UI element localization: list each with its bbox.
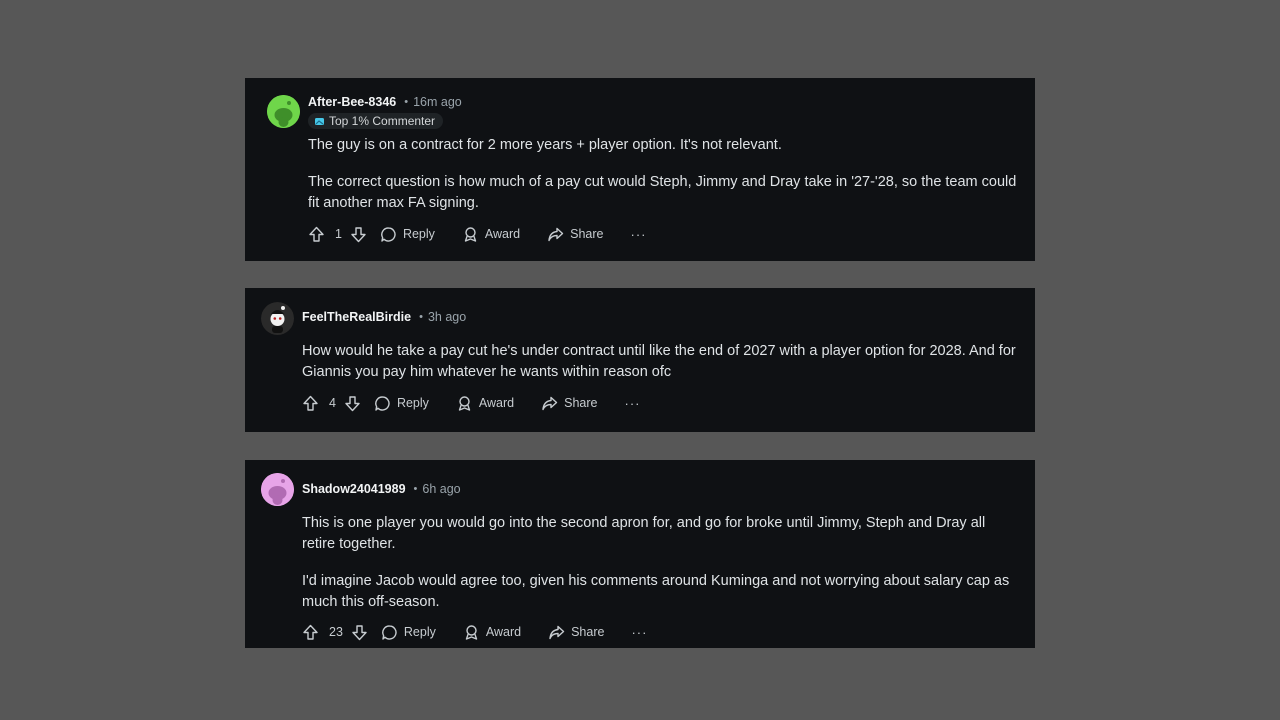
share-button[interactable]: Share — [548, 624, 604, 641]
snoo-avatar-icon — [261, 302, 294, 335]
award-ribbon-icon — [465, 624, 478, 640]
top-commenter-icon — [315, 117, 324, 125]
share-arrow-icon — [542, 396, 558, 410]
comment-paragraph: The correct question is how much of a pa… — [308, 174, 1017, 211]
comment-card: Shadow24041989 • 6h ago This is one play… — [245, 460, 1035, 648]
comment-body: This is one player you would go into the… — [302, 513, 1022, 613]
share-arrow-icon — [548, 227, 564, 241]
comment-card: FeelTheRealBirdie • 3h ago How would he … — [245, 288, 1035, 432]
downvote-button[interactable] — [351, 624, 368, 641]
upvote-arrow-icon — [303, 624, 318, 640]
user-flair-badge: Top 1% Commenter — [308, 113, 444, 129]
reply-label: Reply — [402, 227, 435, 241]
downvote-button[interactable] — [344, 395, 361, 412]
snoo-avatar-icon — [267, 95, 300, 128]
award-button[interactable]: Award — [456, 395, 514, 412]
username-link[interactable]: FeelTheRealBirdie — [302, 310, 411, 324]
snoo-avatar-icon — [261, 473, 294, 506]
comment-paragraph: How would he take a pay cut he's under c… — [302, 343, 1016, 380]
share-label: Share — [564, 396, 598, 410]
comment-actions: 1 Reply Award Share ··· — [308, 224, 647, 244]
share-arrow-icon — [549, 625, 565, 639]
user-avatar[interactable] — [261, 302, 294, 335]
comment-bubble-icon — [382, 624, 397, 640]
upvote-arrow-icon — [309, 226, 324, 242]
reply-label: Reply — [396, 396, 429, 410]
comment-actions: 23 Reply Award Share ··· — [302, 622, 647, 642]
comment-header: Shadow24041989 • 6h ago — [302, 482, 461, 496]
flair-label: Top 1% Commenter — [329, 114, 436, 128]
downvote-button[interactable] — [350, 226, 367, 243]
timestamp[interactable]: 6h ago — [422, 482, 460, 496]
vote-count: 23 — [329, 625, 343, 639]
downvote-arrow-icon — [351, 226, 366, 242]
share-label: Share — [571, 625, 605, 639]
comment-paragraph: The guy is on a contract for 2 more year… — [308, 137, 782, 153]
timestamp[interactable]: 3h ago — [428, 310, 466, 324]
upvote-button[interactable] — [302, 624, 319, 641]
share-label: Share — [570, 227, 604, 241]
more-options-button[interactable]: ··· — [631, 227, 647, 242]
comment-card: After-Bee-8346 • 16m ago Top 1% Commente… — [245, 78, 1035, 261]
comment-body: The guy is on a contract for 2 more year… — [308, 135, 1028, 214]
share-button[interactable]: Share — [541, 395, 598, 412]
reply-label: Reply — [403, 625, 436, 639]
user-avatar[interactable] — [267, 95, 300, 128]
award-ribbon-icon — [458, 395, 471, 411]
comment-actions: 4 Reply Award Share ··· — [302, 393, 641, 413]
more-options-button[interactable]: ··· — [631, 625, 647, 640]
separator-dot: • — [404, 96, 409, 108]
separator-dot: • — [413, 483, 418, 495]
share-button[interactable]: Share — [547, 226, 604, 243]
award-label: Award — [484, 227, 521, 241]
award-button[interactable]: Award — [463, 624, 521, 641]
vote-count: 1 — [335, 227, 342, 241]
upvote-arrow-icon — [303, 395, 318, 411]
upvote-button[interactable] — [308, 226, 325, 243]
upvote-button[interactable] — [302, 395, 319, 412]
reply-button[interactable]: Reply — [380, 226, 435, 243]
comment-paragraph: I'd imagine Jacob would agree too, given… — [302, 573, 1010, 610]
comment-bubble-icon — [381, 226, 396, 242]
comment-header: FeelTheRealBirdie • 3h ago — [302, 310, 466, 324]
comment-bubble-icon — [375, 395, 390, 411]
downvote-arrow-icon — [352, 624, 367, 640]
username-link[interactable]: Shadow24041989 — [302, 482, 406, 496]
username-link[interactable]: After-Bee-8346 — [308, 95, 396, 109]
separator-dot: • — [419, 311, 423, 323]
award-button[interactable]: Award — [462, 226, 520, 243]
vote-count: 4 — [329, 396, 336, 410]
reply-button[interactable]: Reply — [381, 624, 436, 641]
timestamp[interactable]: 16m ago — [413, 95, 462, 109]
user-avatar[interactable] — [261, 473, 294, 506]
reply-button[interactable]: Reply — [374, 395, 429, 412]
comment-paragraph: This is one player you would go into the… — [302, 515, 986, 552]
more-options-button[interactable]: ··· — [625, 396, 641, 411]
downvote-arrow-icon — [345, 395, 360, 411]
comment-body: How would he take a pay cut he's under c… — [302, 341, 1022, 383]
award-label: Award — [478, 396, 515, 410]
award-ribbon-icon — [464, 226, 477, 242]
award-label: Award — [485, 625, 522, 639]
comment-header: After-Bee-8346 • 16m ago — [308, 95, 462, 109]
